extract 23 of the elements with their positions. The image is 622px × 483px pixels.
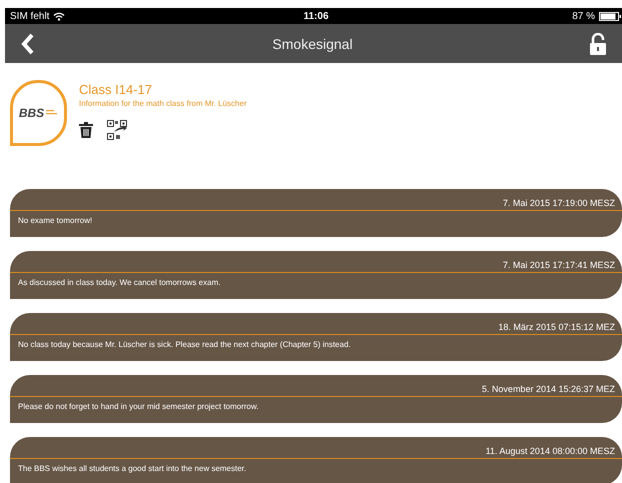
battery-percentage: 87 %: [572, 10, 595, 22]
channel-description: Information for the math class from Mr. Lüscher: [79, 99, 247, 108]
school-logo: BBS: [10, 80, 67, 146]
message-text: The BBS wishes all students a good start into the new semester.: [18, 464, 246, 473]
message-text: Please do not forget to hand in your mid semester project tomorrow.: [18, 402, 259, 411]
message-text: No class today because Mr. Lüscher is sick. Please read the next chapter (Chapter 5) instead.: [18, 340, 351, 349]
battery-icon: [599, 12, 622, 20]
channel-title: Class I14-17: [79, 82, 152, 97]
message-timestamp: 5. November 2014 15:26:37 MEZ: [482, 384, 615, 394]
wifi-icon: [53, 12, 66, 20]
clock: 11:06: [303, 10, 329, 22]
trash-icon[interactable]: [79, 122, 93, 138]
message-timestamp: 7. Mai 2015 17:17:41 MESZ: [502, 260, 615, 270]
message-text: As discussed in class today. We cancel tomorrows exam.: [18, 278, 220, 287]
lock-icon[interactable]: [590, 32, 606, 54]
message-text: No exame tomorrow!: [18, 216, 92, 225]
message-timestamp: 18. März 2015 07:15:12 MEZ: [498, 322, 615, 332]
message-timestamp: 11. August 2014 08:00:00 MESZ: [486, 446, 615, 456]
nav-title: Smokesignal: [272, 36, 353, 52]
back-button[interactable]: [21, 32, 35, 54]
carrier-label: SIM fehlt: [10, 10, 50, 22]
qr-code-icon[interactable]: [107, 120, 127, 140]
message-timestamp: 7. Mai 2015 17:19:00 MESZ: [502, 198, 615, 208]
